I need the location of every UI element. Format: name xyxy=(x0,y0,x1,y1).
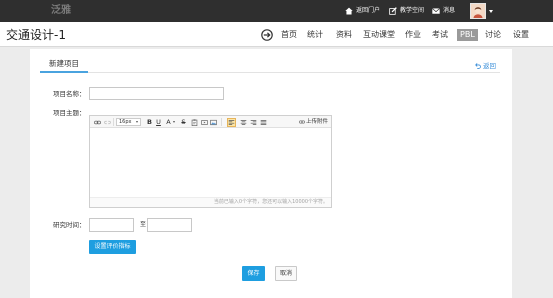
nav-item-statistics[interactable]: 统计 xyxy=(307,28,323,42)
link-button[interactable] xyxy=(93,118,101,126)
messages-link[interactable]: 消息 xyxy=(432,6,455,16)
align-justify-button[interactable] xyxy=(259,118,268,127)
research-period-label: 研究时间： xyxy=(53,221,86,229)
align-right-button[interactable] xyxy=(249,118,258,127)
underline-icon: U xyxy=(156,118,161,126)
page: 泛雅 返回门户 教学空间 消息 交通设计-1 首页 统计 资料 互动课堂 作业 … xyxy=(0,0,553,298)
paste-text-icon xyxy=(191,118,197,126)
align-left-button[interactable] xyxy=(227,117,236,127)
align-justify-icon xyxy=(260,119,267,125)
avatar-image xyxy=(471,4,485,18)
toolbar-separator xyxy=(113,118,114,126)
edit-icon xyxy=(389,7,397,15)
underline-button[interactable]: U xyxy=(155,118,162,126)
nav-item-homework[interactable]: 作业 xyxy=(405,28,421,42)
insert-video-icon xyxy=(200,119,208,125)
bold-icon: B xyxy=(147,118,152,126)
project-topic-label: 项目主题： xyxy=(53,109,86,117)
chevron-down-icon xyxy=(173,121,175,123)
caret-down-icon[interactable] xyxy=(489,10,493,13)
unlink-icon xyxy=(103,120,111,124)
align-right-icon xyxy=(250,119,257,125)
nav-item-discussion[interactable]: 讨论 xyxy=(485,28,501,42)
upload-attachment-label: 上传附件 xyxy=(306,119,329,125)
back-link[interactable]: 返回 xyxy=(475,62,496,70)
chevron-down-icon xyxy=(136,121,138,123)
return-icon xyxy=(475,63,481,69)
user-avatar-icon[interactable] xyxy=(470,3,486,19)
top-header: 泛雅 返回门户 教学空间 消息 xyxy=(0,0,553,22)
topic-editor-content[interactable] xyxy=(90,128,331,197)
nav-item-interactive-class[interactable]: 互动课堂 xyxy=(363,28,395,42)
portal-link-label: 返回门户 xyxy=(356,7,381,14)
font-color-icon: A xyxy=(166,118,171,126)
tab-divider xyxy=(40,72,500,73)
insert-video-button[interactable] xyxy=(200,118,208,126)
align-left-icon xyxy=(228,119,235,125)
align-center-icon xyxy=(240,119,247,125)
course-title: 交通设计-1 xyxy=(6,28,66,42)
font-size-select[interactable]: 16px xyxy=(116,118,141,126)
char-counter: 当前已输入0个字符，您还可以输入10000个字符。 xyxy=(90,197,331,207)
toolbar-separator xyxy=(221,118,222,126)
nav-item-settings[interactable]: 设置 xyxy=(513,28,529,42)
new-project-panel: 新建项目 返回 项目名称： 项目主题： 16px B U A S 上传附件 当前… xyxy=(30,49,512,298)
messages-label: 消息 xyxy=(443,7,456,14)
paste-text-button[interactable] xyxy=(190,118,198,126)
tab-new-project[interactable]: 新建项目 xyxy=(40,56,88,73)
circle-arrow-right-icon[interactable] xyxy=(261,29,273,41)
align-center-button[interactable] xyxy=(239,118,248,127)
nav-item-exams[interactable]: 考试 xyxy=(432,28,448,42)
nav-item-materials[interactable]: 资料 xyxy=(336,28,352,42)
set-criteria-button[interactable]: 设置评价指标 xyxy=(89,240,136,254)
course-bar: 交通设计-1 首页 统计 资料 互动课堂 作业 考试 PBL 讨论 设置 xyxy=(0,22,553,47)
unlink-button[interactable] xyxy=(103,118,111,126)
nav-item-pbl[interactable]: PBL xyxy=(457,29,478,41)
link-icon xyxy=(93,120,101,124)
strikethrough-icon: S xyxy=(181,118,186,126)
attachment-icon xyxy=(299,120,305,124)
upload-attachment-button[interactable]: 上传附件 xyxy=(299,118,328,126)
project-name-input[interactable] xyxy=(89,87,224,100)
home-icon xyxy=(345,7,353,15)
mail-icon xyxy=(432,8,440,14)
insert-image-button[interactable] xyxy=(209,118,217,126)
start-date-input[interactable] xyxy=(89,218,134,232)
date-range-separator: 至 xyxy=(140,221,147,228)
nav-item-home[interactable]: 首页 xyxy=(281,28,297,42)
end-date-input[interactable] xyxy=(147,218,192,232)
teaching-space-label: 教学空间 xyxy=(400,7,425,14)
teaching-space-link[interactable]: 教学空间 xyxy=(389,6,424,16)
cancel-button[interactable]: 取消 xyxy=(275,266,297,281)
back-link-label: 返回 xyxy=(483,62,496,70)
bold-button[interactable]: B xyxy=(146,118,153,126)
insert-image-icon xyxy=(209,119,217,125)
project-name-label: 项目名称： xyxy=(53,90,86,98)
topic-rich-text-editor: 16px B U A S 上传附件 当前已输入0个字符，您还可以输入10000个… xyxy=(89,115,332,208)
editor-toolbar: 16px B U A S 上传附件 xyxy=(90,116,331,128)
font-color-button[interactable]: A xyxy=(164,118,176,126)
brand-logo[interactable]: 泛雅 xyxy=(51,4,71,18)
strikethrough-button[interactable]: S xyxy=(180,118,187,126)
font-size-value: 16px xyxy=(119,119,132,125)
portal-link[interactable]: 返回门户 xyxy=(345,6,380,16)
save-button[interactable]: 保存 xyxy=(242,266,265,281)
